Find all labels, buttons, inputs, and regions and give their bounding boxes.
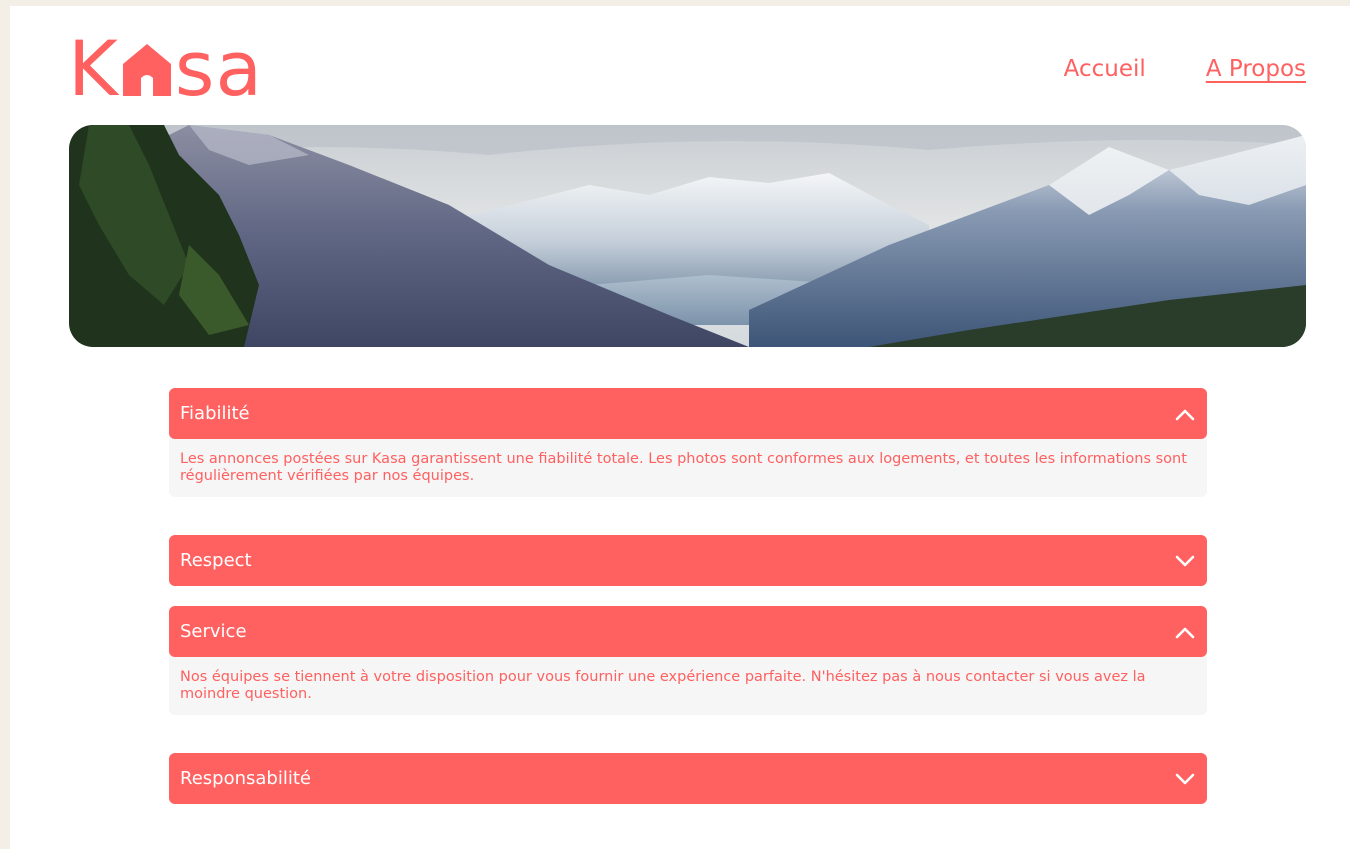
collapse-title: Fiabilité (180, 403, 250, 424)
collapse-title: Responsabilité (180, 768, 311, 789)
collapse-content-service: Nos équipes se tiennent à votre disposit… (169, 651, 1207, 715)
collapse-content-fiabilite: Les annonces postées sur Kasa garantisse… (169, 433, 1207, 497)
chevron-up-icon[interactable] (1175, 625, 1195, 639)
collapse-header-responsabilite[interactable]: Responsabilité (169, 753, 1207, 804)
site-header: K sa Accueil A Propos (68, 28, 1306, 108)
collapse-header-fiabilite[interactable]: Fiabilité (169, 388, 1207, 439)
kasa-logo[interactable]: K sa (68, 24, 264, 113)
chevron-down-icon[interactable] (1175, 772, 1195, 786)
main-nav: Accueil A Propos (1064, 56, 1306, 82)
collapse-service: Service Nos équipes se tiennent à votre … (169, 606, 1207, 715)
house-icon (122, 44, 171, 96)
collapse-responsabilite: Responsabilité (169, 753, 1207, 804)
collapse-respect: Respect (169, 535, 1207, 586)
collapse-header-respect[interactable]: Respect (169, 535, 1207, 586)
collapse-text: Nos équipes se tiennent à votre disposit… (180, 669, 1146, 702)
about-banner (69, 125, 1306, 347)
collapse-fiabilite: Fiabilité Les annonces postées sur Kasa … (169, 388, 1207, 497)
mountain-landscape-image (69, 125, 1306, 347)
chevron-down-icon[interactable] (1175, 554, 1195, 568)
collapse-title: Service (180, 621, 247, 642)
collapse-title: Respect (180, 550, 252, 571)
nav-link-accueil[interactable]: Accueil (1064, 56, 1146, 82)
collapse-text: Les annonces postées sur Kasa garantisse… (180, 451, 1187, 484)
page: K sa Accueil A Propos Fiabilité Les anno… (10, 6, 1350, 849)
values-collapse-list: Fiabilité Les annonces postées sur Kasa … (169, 388, 1207, 824)
chevron-up-icon[interactable] (1175, 407, 1195, 421)
logo-letters-sa: sa (174, 24, 264, 113)
logo-letter-k: K (68, 24, 119, 113)
nav-link-a-propos[interactable]: A Propos (1206, 56, 1306, 82)
collapse-header-service[interactable]: Service (169, 606, 1207, 657)
